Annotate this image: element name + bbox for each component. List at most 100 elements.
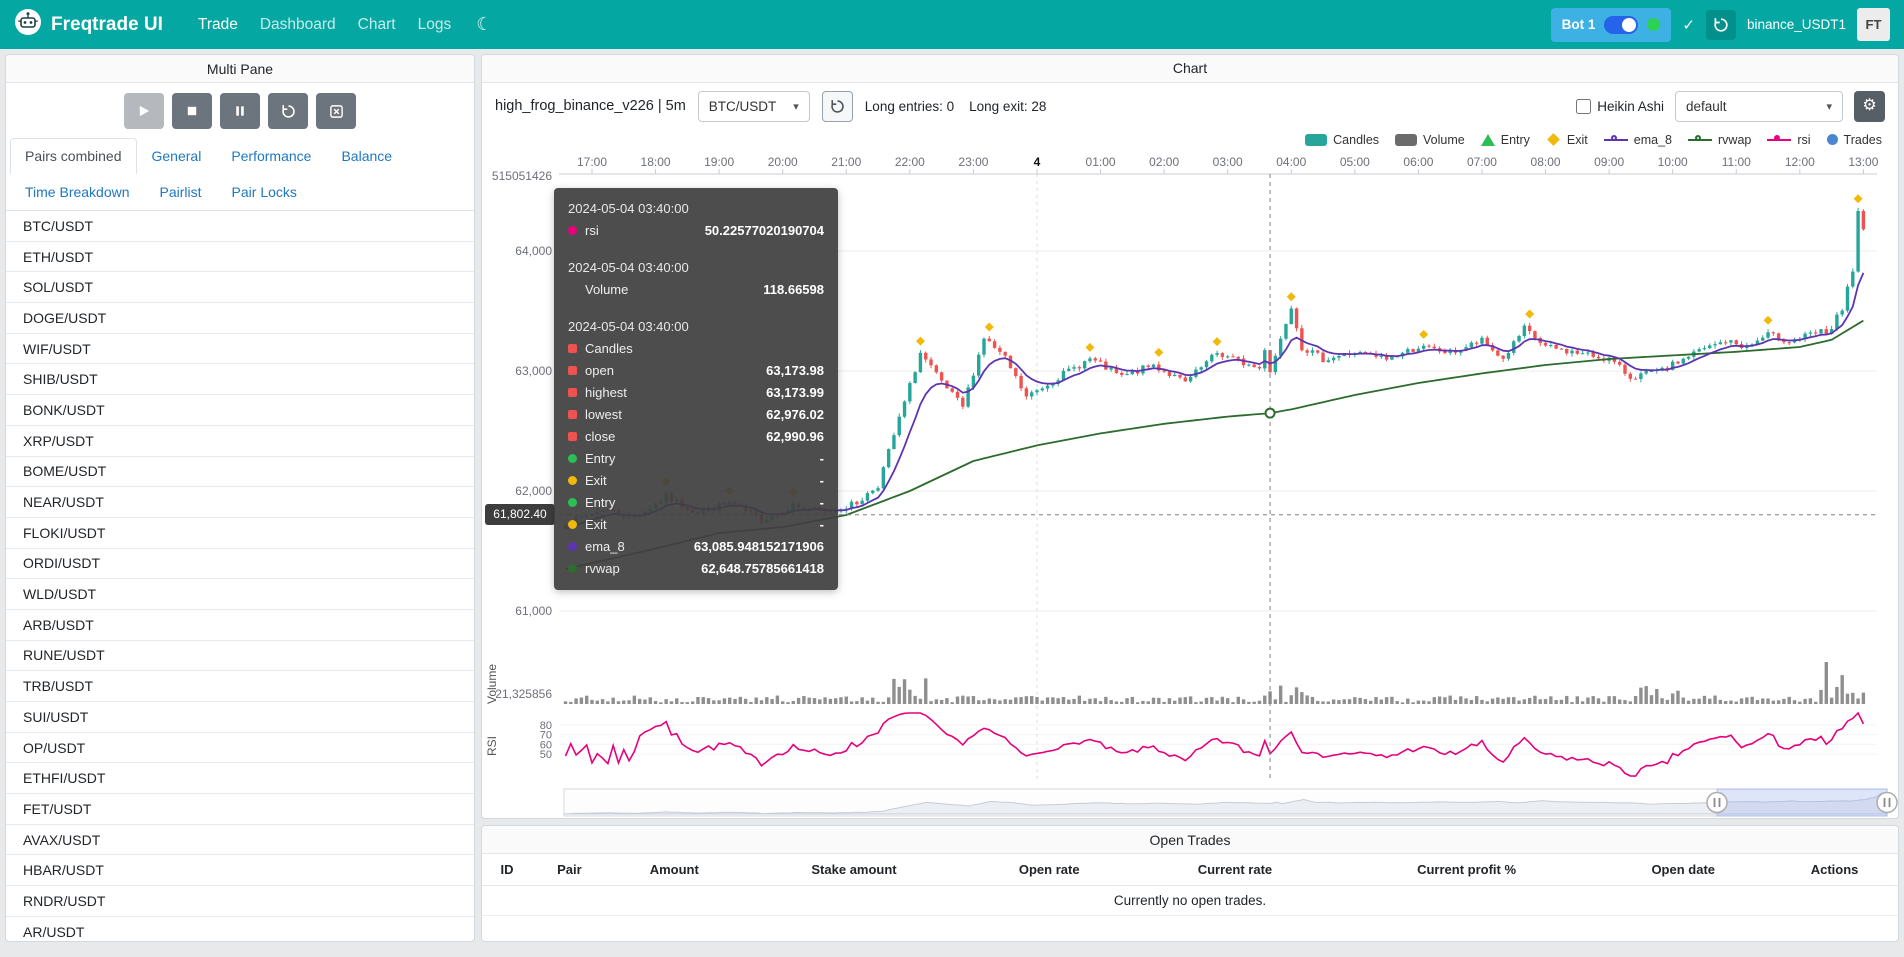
rsi-pane-label: RSI	[485, 736, 499, 756]
volume-pane-label: Volume	[485, 663, 499, 703]
pause-button[interactable]	[220, 93, 260, 129]
column-header-open-rate: Open rate	[966, 854, 1132, 886]
pair-row-shib-usdt[interactable]: SHIB/USDT	[6, 364, 474, 395]
force-exit-button[interactable]	[316, 93, 356, 129]
tab-general[interactable]: General	[137, 138, 217, 174]
rvwap-marker-icon	[568, 564, 577, 573]
tab-performance[interactable]: Performance	[216, 138, 326, 174]
reload-icon	[281, 104, 296, 119]
datazoom-handle[interactable]	[1877, 792, 1897, 812]
user-avatar[interactable]: FT	[1857, 8, 1890, 41]
tab-pair-locks[interactable]: Pair Locks	[217, 174, 312, 210]
pair-select[interactable]: BTC/USDT ▾	[698, 91, 810, 122]
legend-item-rvwap[interactable]: rvwap	[1688, 133, 1751, 147]
time-axis-label: 17:00	[577, 155, 607, 169]
legend-item-ema-8[interactable]: ema_8	[1604, 133, 1672, 147]
tab-time-breakdown[interactable]: Time Breakdown	[10, 174, 145, 210]
column-header-open-date: Open date	[1595, 854, 1771, 886]
column-header-stake-amount: Stake amount	[742, 854, 967, 886]
pair-row-ordi-usdt[interactable]: ORDI/USDT	[6, 549, 474, 580]
pair-row-bonk-usdt[interactable]: BONK/USDT	[6, 395, 474, 426]
stop-button[interactable]	[172, 93, 212, 129]
pair-row-fet-usdt[interactable]: FET/USDT	[6, 794, 474, 825]
heikin-ashi-checkbox[interactable]	[1576, 99, 1591, 114]
stop-icon	[185, 104, 199, 118]
pair-row-sol-usdt[interactable]: SOL/USDT	[6, 272, 474, 303]
time-axis-label: 11:00	[1722, 155, 1751, 169]
chart-legend: Candles Volume Entry Exit ema_8 rvwap rsi Trade…	[1305, 133, 1882, 147]
pair-row-rndr-usdt[interactable]: RNDR/USDT	[6, 886, 474, 917]
pair-row-hbar-usdt[interactable]: HBAR/USDT	[6, 855, 474, 886]
trades-table-header-row: IDPairAmountStake amountOpen rateCurrent…	[482, 854, 1898, 886]
pair-row-trb-usdt[interactable]: TRB/USDT	[6, 671, 474, 702]
pair-row-ethfi-usdt[interactable]: ETHFI/USDT	[6, 763, 474, 794]
nav-link-trade[interactable]: Trade	[187, 16, 249, 34]
main-column: Chart high_frog_binance_v226 | 5m BTC/US…	[481, 54, 1899, 942]
chart-panel-title: Chart	[482, 55, 1898, 83]
entry-legend-icon	[1481, 134, 1495, 146]
global-reload-button[interactable]	[1706, 10, 1736, 40]
candles-marker-icon	[568, 344, 577, 353]
reload-config-button[interactable]	[268, 93, 308, 129]
check-icon: ✓	[1682, 16, 1695, 34]
pair-row-near-usdt[interactable]: NEAR/USDT	[6, 487, 474, 518]
column-header-current-profit: Current profit %	[1338, 854, 1596, 886]
play-button[interactable]	[124, 93, 164, 129]
volume-axis-label: 21,325856	[495, 687, 552, 701]
legend-item-trades[interactable]: Trades	[1827, 133, 1882, 147]
theme-toggle-moon-icon[interactable]: ☾	[466, 14, 502, 35]
pair-row-op-usdt[interactable]: OP/USDT	[6, 733, 474, 764]
tooltip-row-ema-8: ema_863,085.948152171906	[568, 536, 824, 558]
chart-tooltip: 2024-05-04 03:40:00rsi50.225770201907042…	[554, 188, 838, 590]
legend-item-volume[interactable]: Volume	[1395, 133, 1465, 147]
bot-selector[interactable]: Bot 1	[1551, 8, 1672, 42]
pair-row-ar-usdt[interactable]: AR/USDT	[6, 917, 474, 941]
pair-row-sui-usdt[interactable]: SUI/USDT	[6, 702, 474, 733]
pair-row-xrp-usdt[interactable]: XRP/USDT	[6, 426, 474, 457]
close-marker-icon	[568, 432, 577, 441]
column-header-actions: Actions	[1771, 854, 1898, 886]
plot-settings-button[interactable]: ⚙	[1854, 91, 1885, 122]
time-axis-label: 07:00	[1467, 155, 1497, 169]
datazoom-handle[interactable]	[1707, 792, 1727, 812]
pair-row-doge-usdt[interactable]: DOGE/USDT	[6, 303, 474, 334]
chart-panel: Chart high_frog_binance_v226 | 5m BTC/US…	[481, 54, 1899, 819]
exit-legend-icon	[1547, 133, 1560, 146]
highest-marker-icon	[568, 388, 577, 397]
time-axis-label: 12:00	[1785, 155, 1815, 169]
pair-row-eth-usdt[interactable]: ETH/USDT	[6, 242, 474, 273]
pair-row-rune-usdt[interactable]: RUNE/USDT	[6, 641, 474, 672]
nav-link-logs[interactable]: Logs	[407, 16, 463, 34]
tooltip-group: 2024-05-04 03:40:00Candlesopen63,173.98h…	[568, 316, 824, 580]
pair-row-wif-usdt[interactable]: WIF/USDT	[6, 334, 474, 365]
tooltip-row-open: open63,173.98	[568, 360, 824, 382]
nav-link-dashboard[interactable]: Dashboard	[249, 16, 347, 34]
tab-balance[interactable]: Balance	[326, 138, 407, 174]
pair-row-btc-usdt[interactable]: BTC/USDT	[6, 211, 474, 242]
legend-item-entry[interactable]: Entry	[1481, 133, 1530, 147]
tab-pairlist[interactable]: Pairlist	[145, 174, 217, 210]
plot-config-select[interactable]: default ▾	[1675, 91, 1843, 122]
long-entries-count: Long entries: 0	[865, 99, 954, 114]
main-layout: Multi Pane Pairs combinedGeneralPerforma…	[0, 49, 1904, 947]
trades-legend-icon	[1827, 134, 1838, 145]
pair-row-bome-usdt[interactable]: BOME/USDT	[6, 457, 474, 488]
pair-row-wld-usdt[interactable]: WLD/USDT	[6, 579, 474, 610]
pair-row-floki-usdt[interactable]: FLOKI/USDT	[6, 518, 474, 549]
chart-refresh-button[interactable]	[822, 91, 853, 122]
legend-item-candles[interactable]: Candles	[1305, 133, 1379, 147]
time-axis-label: 19:00	[704, 155, 734, 169]
tab-pairs-combined[interactable]: Pairs combined	[10, 138, 137, 174]
price-axis-label: 63,000	[515, 364, 552, 378]
time-axis-label: 06:00	[1403, 155, 1433, 169]
chevron-down-icon: ▾	[793, 100, 799, 113]
pair-row-avax-usdt[interactable]: AVAX/USDT	[6, 825, 474, 856]
legend-item-exit[interactable]: Exit	[1546, 133, 1588, 147]
time-axis-label: 18:00	[641, 155, 671, 169]
signal-counts: Long entries: 0 Long exit: 28	[865, 99, 1047, 114]
pair-row-arb-usdt[interactable]: ARB/USDT	[6, 610, 474, 641]
legend-item-rsi[interactable]: rsi	[1767, 133, 1810, 147]
nav-link-chart[interactable]: Chart	[347, 16, 407, 34]
bot-toggle[interactable]	[1604, 16, 1638, 34]
time-axis-label: 10:00	[1658, 155, 1688, 169]
